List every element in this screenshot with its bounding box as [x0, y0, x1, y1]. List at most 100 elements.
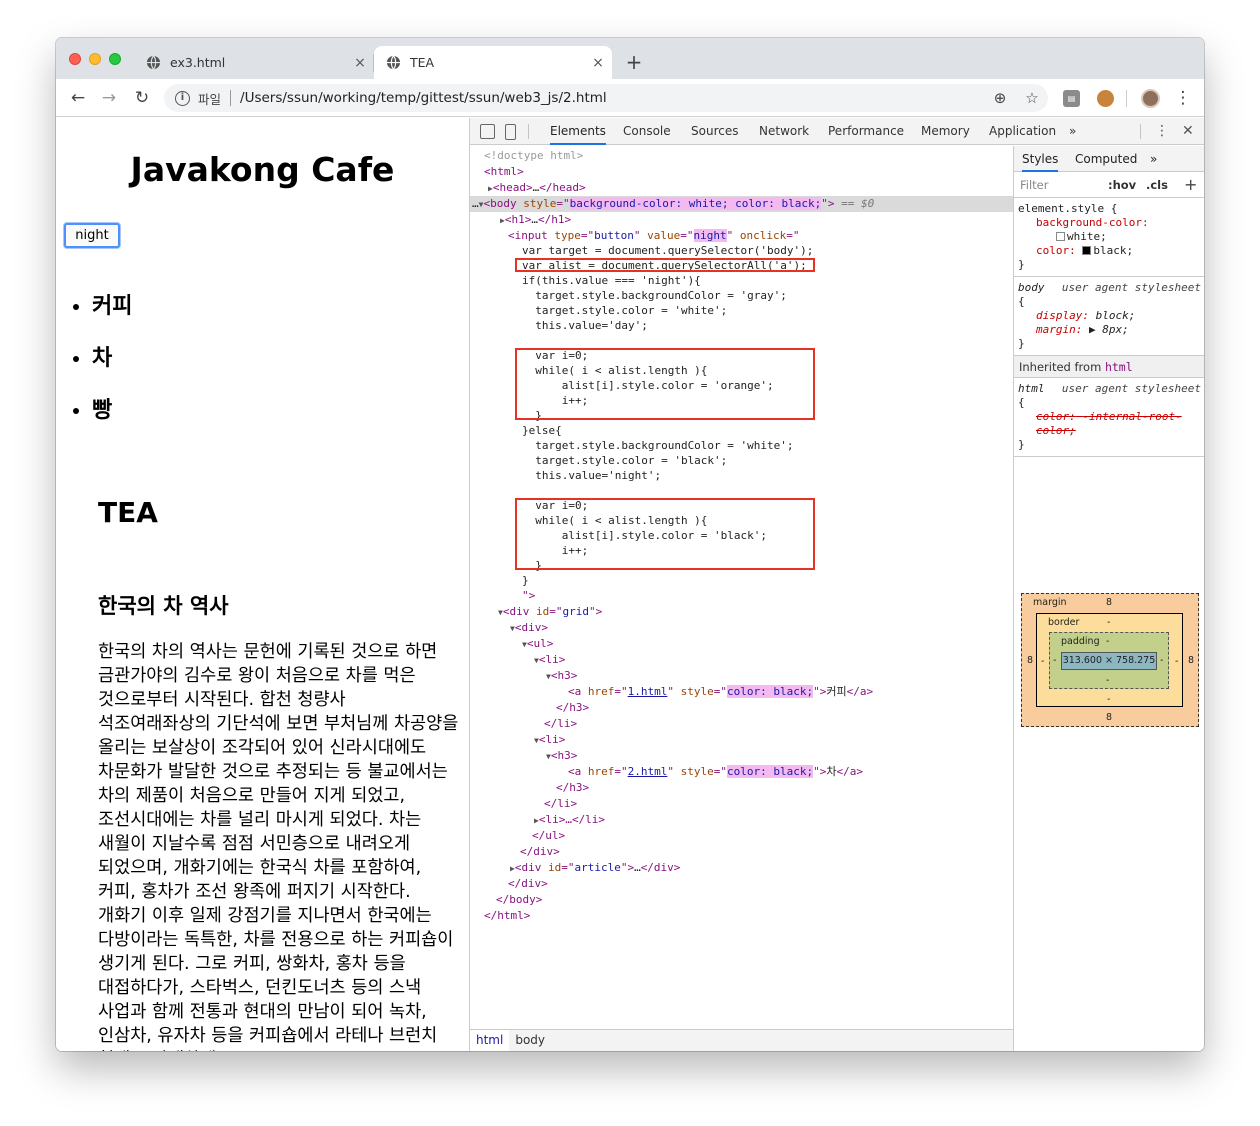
- browser-toolbar: ← → ↻ i 파일 /Users/ssun/working/temp/gitt…: [56, 79, 1204, 117]
- margin-top-value[interactable]: 8: [1106, 597, 1112, 608]
- js-line: target.style.backgroundColor = 'gray';: [522, 289, 787, 302]
- star-bookmark-icon[interactable]: ☆: [1016, 89, 1048, 107]
- devtools-menu-icon[interactable]: ⋮: [1155, 118, 1169, 145]
- color-swatch-black[interactable]: [1082, 246, 1092, 255]
- margin-left-value[interactable]: 8: [1027, 655, 1033, 666]
- filter-input[interactable]: Filter: [1020, 178, 1048, 192]
- doctype-node[interactable]: <!doctype html>: [484, 148, 583, 164]
- night-mode-button[interactable]: night: [64, 223, 120, 248]
- back-arrow-icon[interactable]: ←: [67, 87, 89, 109]
- tab-title: TEA: [410, 55, 435, 70]
- h1-node[interactable]: ▶<h1>…</h1>: [500, 212, 571, 228]
- li-node-collapsed[interactable]: ▶<li>…</li>: [534, 812, 605, 828]
- body-node-selected[interactable]: …▼<body style="background-color: white; …: [470, 196, 1013, 212]
- html-node[interactable]: <html>: [484, 164, 524, 180]
- inherited-header: Inherited from html: [1014, 356, 1204, 378]
- css-property[interactable]: background-color:: [1018, 216, 1201, 230]
- tab-network[interactable]: Network: [759, 118, 809, 145]
- tab-computed[interactable]: Computed: [1075, 146, 1137, 172]
- menu-link-coffee[interactable]: 커피: [92, 288, 132, 340]
- div-node[interactable]: ▼<div>: [510, 620, 548, 636]
- reload-icon[interactable]: ↻: [131, 87, 153, 109]
- close-tab-icon[interactable]: ×: [346, 55, 374, 71]
- new-rule-icon[interactable]: +: [1184, 175, 1197, 194]
- breadcrumb-body[interactable]: body: [509, 1030, 551, 1051]
- rule-selector: element.style {: [1018, 202, 1118, 215]
- address-bar[interactable]: i 파일 /Users/ssun/working/temp/gittest/ss…: [164, 84, 1048, 112]
- hover-state-toggle[interactable]: :hov: [1108, 178, 1136, 192]
- more-panes-icon[interactable]: »: [1150, 146, 1157, 172]
- cookie-extension-icon[interactable]: [1097, 90, 1114, 107]
- close-tab-icon[interactable]: ×: [584, 55, 612, 71]
- margin-right-value[interactable]: 8: [1188, 655, 1194, 666]
- tab-application[interactable]: Application: [989, 118, 1056, 145]
- browser-tab-ex3[interactable]: ex3.html ×: [134, 46, 374, 79]
- margin-bottom-value[interactable]: 8: [1106, 712, 1112, 723]
- extension-icon[interactable]: ▤: [1063, 90, 1080, 107]
- tab-styles[interactable]: Styles: [1022, 146, 1059, 172]
- dom-breadcrumbs: html body: [470, 1029, 1013, 1051]
- inspect-element-icon[interactable]: [480, 124, 495, 139]
- url-scheme: 파일: [198, 91, 222, 107]
- maximize-window-button[interactable]: [109, 53, 121, 65]
- padding-left-value[interactable]: -: [1053, 655, 1056, 666]
- rule-close: }: [1018, 438, 1025, 451]
- menu-link-bread[interactable]: 빵: [92, 392, 132, 444]
- tab-elements[interactable]: Elements: [550, 118, 606, 145]
- li-close: </li>: [544, 717, 578, 730]
- border-left-value[interactable]: -: [1041, 656, 1044, 667]
- div-article-node[interactable]: ▶<div id="article">…</div>: [510, 860, 680, 876]
- padding-label: padding: [1061, 636, 1100, 647]
- breadcrumb-html[interactable]: html: [470, 1030, 510, 1051]
- more-menu-icon[interactable]: ⋮: [1173, 87, 1193, 109]
- zoom-icon[interactable]: ⊕: [984, 89, 1016, 107]
- rule-open: {: [1018, 295, 1025, 308]
- tab-performance[interactable]: Performance: [828, 118, 904, 145]
- close-window-button[interactable]: [69, 53, 81, 65]
- more-tabs-icon[interactable]: »: [1069, 118, 1076, 145]
- border-top-value[interactable]: -: [1107, 617, 1110, 628]
- rule-source: user agent stylesheet: [1061, 281, 1201, 294]
- close-devtools-icon[interactable]: ✕: [1182, 118, 1194, 145]
- border-right-value[interactable]: -: [1175, 656, 1178, 667]
- padding-right-value[interactable]: -: [1160, 655, 1163, 666]
- profile-avatar[interactable]: [1141, 89, 1160, 108]
- browser-tab-tea[interactable]: TEA ×: [374, 46, 612, 79]
- devtools-tab-bar: Elements Console Sources Network Perform…: [470, 118, 1204, 145]
- a-node-coffee[interactable]: <a href="1.html" style="color: black;">커…: [568, 684, 873, 700]
- html-ua-rule: html user agent stylesheet { color: -int…: [1014, 378, 1204, 457]
- minimize-window-button[interactable]: [89, 53, 101, 65]
- head-node[interactable]: ▶<head>…</head>: [488, 180, 586, 196]
- url-text[interactable]: /Users/ssun/working/temp/gittest/ssun/we…: [240, 90, 984, 106]
- tab-sources[interactable]: Sources: [691, 118, 738, 145]
- color-swatch-white[interactable]: [1056, 232, 1065, 241]
- class-toggle[interactable]: .cls: [1146, 178, 1168, 192]
- forward-arrow-icon[interactable]: →: [98, 87, 120, 109]
- border-bottom-value[interactable]: -: [1107, 694, 1110, 705]
- padding-bottom-value[interactable]: -: [1106, 675, 1109, 686]
- h3-node[interactable]: ▼<h3>: [546, 748, 577, 764]
- css-property[interactable]: color: black;: [1018, 244, 1201, 258]
- inherited-tag-link[interactable]: html: [1105, 360, 1133, 374]
- tab-console[interactable]: Console: [623, 118, 671, 145]
- h3-node[interactable]: ▼<h3>: [546, 668, 577, 684]
- input-node[interactable]: <input type="button" value="night" oncli…: [508, 228, 799, 244]
- device-toolbar-icon[interactable]: [505, 124, 516, 140]
- menu-link-tea[interactable]: 차: [92, 340, 132, 392]
- ul-close: </ul>: [532, 829, 566, 842]
- globe-icon: [146, 55, 161, 70]
- div-grid-node[interactable]: ▼<div id="grid">: [498, 604, 602, 620]
- toolbar-divider: [528, 124, 529, 139]
- ul-node[interactable]: ▼<ul>: [522, 636, 553, 652]
- css-property: margin: ▶ 8px;: [1036, 323, 1129, 336]
- li-node[interactable]: ▼<li>: [534, 652, 565, 668]
- padding-top-value[interactable]: -: [1106, 636, 1109, 647]
- li-node[interactable]: ▼<li>: [534, 732, 565, 748]
- css-property-value[interactable]: white;: [1018, 230, 1201, 244]
- box-model-content-size[interactable]: 313.600 × 758.275: [1061, 652, 1157, 670]
- rule-close: }: [1018, 258, 1025, 271]
- tab-memory[interactable]: Memory: [921, 118, 970, 145]
- new-tab-button[interactable]: +: [622, 50, 646, 74]
- a-node-tea[interactable]: <a href="2.html" style="color: black;">차…: [568, 764, 863, 780]
- info-icon[interactable]: i: [175, 90, 190, 106]
